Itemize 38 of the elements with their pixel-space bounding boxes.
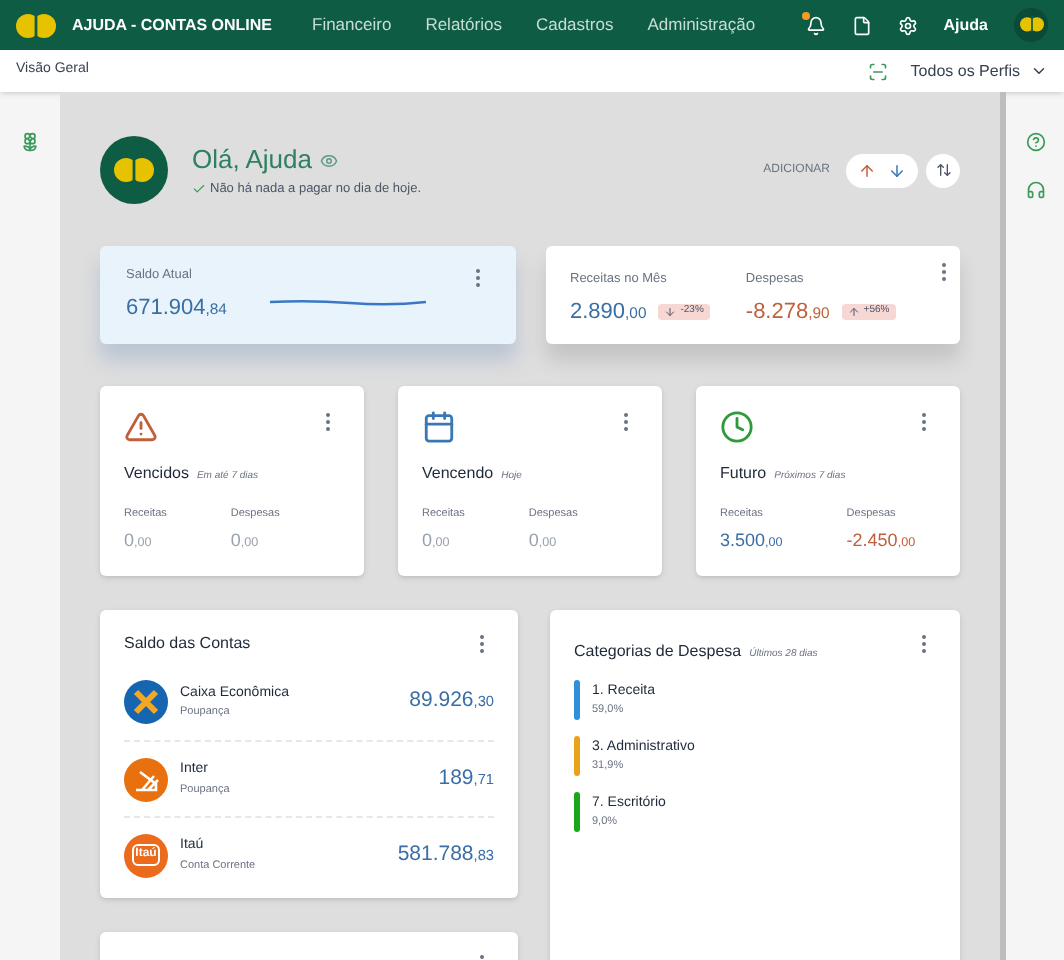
chevron-down-icon <box>1030 62 1048 80</box>
nav-link[interactable]: Administração <box>647 12 756 38</box>
up-arrow-icon <box>847 306 860 318</box>
user-name[interactable]: Ajuda <box>943 13 988 37</box>
calendar-icon <box>422 410 456 444</box>
avatar[interactable] <box>1014 8 1048 42</box>
transfer-button[interactable] <box>926 153 960 187</box>
card-title: Vencendo <box>422 462 494 486</box>
income-arrow-icon[interactable] <box>858 161 876 179</box>
eye-icon[interactable] <box>320 151 338 170</box>
card-title: Futuro <box>720 462 767 486</box>
greeting-title: Olá, Ajuda <box>192 142 312 179</box>
warning-icon <box>124 410 158 444</box>
card-title: Saldo das Contas <box>124 632 251 656</box>
scan-icon[interactable] <box>868 61 889 81</box>
bell-icon[interactable] <box>805 15 826 35</box>
app-title: AJUDA - CONTAS ONLINE <box>72 13 272 37</box>
expense-arrow-icon[interactable] <box>888 161 906 179</box>
card-title: Categorias de Despesa <box>574 640 742 664</box>
nav-link[interactable]: Cadastros <box>535 12 614 38</box>
bank-logo-icon <box>124 680 168 724</box>
card-title: Vencidos <box>124 462 189 486</box>
logo-icon <box>1019 16 1043 34</box>
down-arrow-icon <box>664 306 677 318</box>
nav-link[interactable]: Relatórios <box>425 12 502 38</box>
settings-icon[interactable] <box>897 15 918 35</box>
bank-logo-icon <box>124 757 168 801</box>
sort-arrows-icon <box>935 162 951 178</box>
check-icon <box>192 182 206 197</box>
logo-icon <box>16 11 56 39</box>
profile-select[interactable]: Todos os Perfis <box>910 59 1048 83</box>
headset-icon[interactable] <box>1025 180 1045 200</box>
clock-icon <box>720 410 754 444</box>
flower-icon[interactable] <box>20 132 40 152</box>
logo-icon <box>114 156 154 184</box>
document-icon[interactable] <box>851 15 872 35</box>
help-icon[interactable] <box>1025 132 1045 152</box>
nav-link[interactable]: Financeiro <box>312 12 392 38</box>
